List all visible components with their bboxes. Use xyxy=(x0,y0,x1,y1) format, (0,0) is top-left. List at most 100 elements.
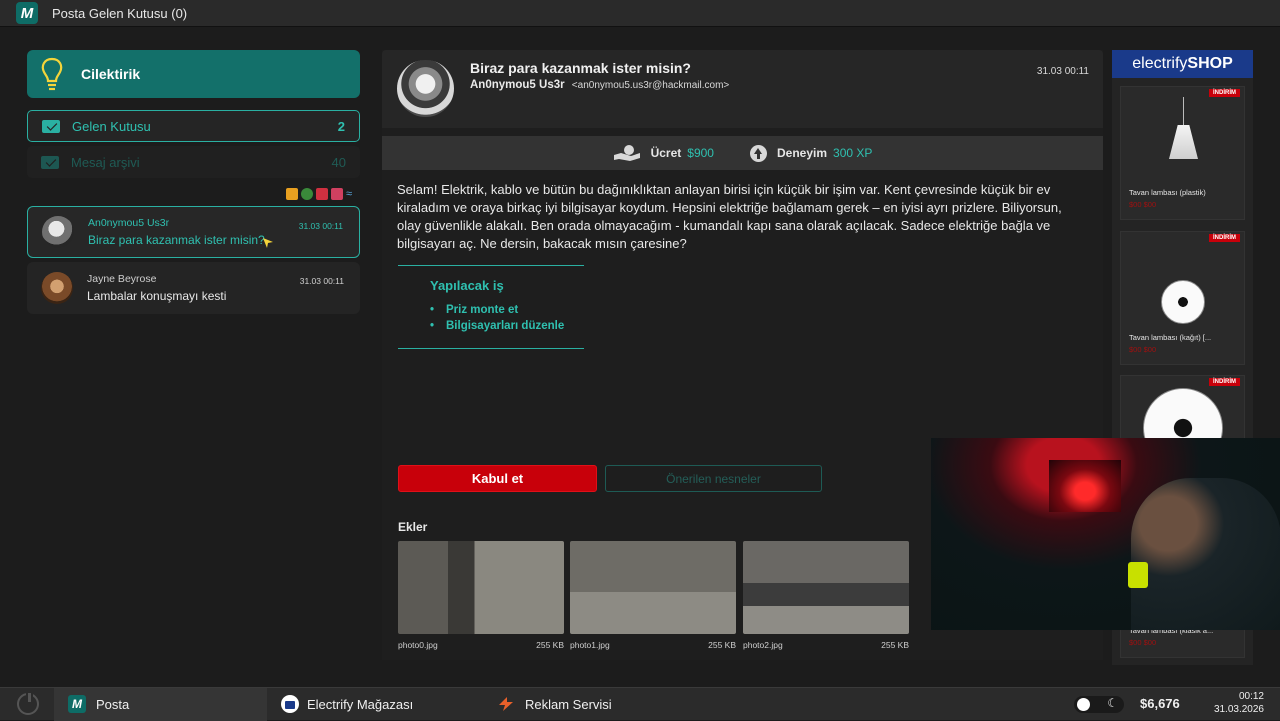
clock: 00:12 31.03.2026 xyxy=(1214,690,1264,716)
shop-brand-light: electrify xyxy=(1132,55,1188,72)
taskbar-ads-label: Reklam Servisi xyxy=(525,696,612,712)
message-time: 31.03 00:11 xyxy=(299,276,344,286)
attachment-name: photo2.jpg xyxy=(743,640,783,650)
shop-brand-bold: SHOP xyxy=(1187,55,1233,72)
product-price: $00 $00 xyxy=(1129,345,1157,354)
lamp-shade-image xyxy=(1169,125,1198,159)
taskbar-mail-label: Posta xyxy=(96,696,130,712)
discount-badge: İNDİRİM xyxy=(1209,234,1240,242)
folder-archive-label: Mesaj arşivi xyxy=(71,154,140,170)
webcam-cup xyxy=(1128,562,1148,588)
avatar xyxy=(42,216,74,248)
app-logo-icon: M xyxy=(16,2,38,24)
mail-from: An0nymou5 Us3r <an0nymou5.us3r@hackmail.… xyxy=(470,79,729,91)
folder-inbox-label: Gelen Kutusu xyxy=(72,118,151,134)
suggested-items-button[interactable]: Önerilen nesneler xyxy=(605,465,822,492)
clock-time: 00:12 xyxy=(1238,691,1264,702)
attachment-name: photo1.jpg xyxy=(570,640,610,650)
xp-label: Deneyim xyxy=(776,146,828,160)
sidebar: Cilektirik Gelen Kutusu 2 Mesaj arşivi 4… xyxy=(27,50,360,314)
webcam-overlay xyxy=(931,438,1280,630)
sender-avatar xyxy=(397,60,454,117)
sender-email: <an0nymou5.us3r@hackmail.com> xyxy=(571,80,730,91)
xp-value: 300 XP xyxy=(833,146,873,160)
folder-archive-count: 40 xyxy=(331,154,346,170)
avatar xyxy=(41,272,73,304)
chat-icon xyxy=(316,188,328,200)
folder-inbox-count: 2 xyxy=(337,118,345,134)
shop-product-card[interactable]: İNDİRİM Tavan lambası (kağıt) [... $00 $… xyxy=(1120,231,1245,365)
reward-bar: Ücret $900 Deneyim 300 XP xyxy=(382,136,1103,170)
title-bar: M Posta Gelen Kutusu (0) xyxy=(0,0,1280,27)
power-icon[interactable] xyxy=(17,691,39,715)
mail-header: Biraz para kazanmak ister misin? An0nymo… xyxy=(382,50,1103,128)
clock-date: 31.03.2026 xyxy=(1213,704,1264,715)
wifi-icon: ≈ xyxy=(346,188,353,200)
product-name: Tavan lambası (kağıt) [... xyxy=(1129,333,1212,342)
mail-body: Selam! Elektrik, kablo ve bütün bu dağın… xyxy=(397,182,1062,251)
status-icons: ≈ xyxy=(27,188,360,202)
mail-time: 31.03 00:11 xyxy=(1036,66,1089,77)
attachment-thumbnail[interactable] xyxy=(743,541,909,634)
window-title: Posta Gelen Kutusu (0) xyxy=(52,5,188,21)
accept-button[interactable]: Kabul et xyxy=(398,465,597,492)
discount-badge: İNDİRİM xyxy=(1209,89,1240,97)
shop-product-card[interactable]: İNDİRİM Tavan lambası (plastik) $00 $00 xyxy=(1120,86,1245,220)
message-item-anonymous[interactable]: An0nymou5 Us3r Biraz para kazanmak ister… xyxy=(27,206,360,258)
attachments-label: Ekler xyxy=(398,520,428,534)
paper-lamp-image xyxy=(1161,280,1205,324)
attachment-size: 255 KB xyxy=(881,640,909,650)
ad-service-icon xyxy=(499,697,513,711)
level-up-icon xyxy=(749,144,767,162)
sender-name: An0nymou5 Us3r xyxy=(470,79,565,91)
mail-subject: Biraz para kazanmak ister misin? xyxy=(470,60,691,76)
shop-logo[interactable]: electrify SHOP xyxy=(1112,50,1253,78)
money-hand-icon xyxy=(613,145,640,161)
product-price: $00 $00 xyxy=(1129,200,1157,209)
attachment-photo1[interactable]: photo1.jpg 255 KB xyxy=(570,541,736,650)
message-subject: Biraz para kazanmak ister misin? xyxy=(88,233,265,247)
mail-app-icon: M xyxy=(68,695,86,713)
shopping-bag-icon xyxy=(281,695,299,713)
taskbar: M Posta Electrify Mağazası Reklam Servis… xyxy=(0,687,1280,721)
attachment-size: 255 KB xyxy=(708,640,736,650)
todo-item: Priz monte et xyxy=(430,304,564,316)
attachment-photo2[interactable]: photo2.jpg 255 KB xyxy=(743,541,909,650)
taskbar-shop[interactable]: Electrify Mağazası xyxy=(267,688,483,721)
envelope-icon xyxy=(42,119,60,133)
folder-archive[interactable]: Mesaj arşivi 40 xyxy=(27,146,360,178)
fee-label: Ücret xyxy=(650,146,682,160)
attachment-name: photo0.jpg xyxy=(398,640,438,650)
product-name: Tavan lambası (plastik) xyxy=(1129,188,1206,197)
message-time: 31.03 00:11 xyxy=(298,221,343,231)
attachment-size: 255 KB xyxy=(536,640,564,650)
envelope-icon xyxy=(41,155,59,169)
attachment-photo0[interactable]: photo0.jpg 255 KB xyxy=(398,541,564,650)
discount-badge: İNDİRİM xyxy=(1209,378,1240,386)
home-icon xyxy=(286,188,298,200)
webcam-monitor xyxy=(1049,460,1121,512)
money-balance: $6,676 xyxy=(1140,696,1180,711)
folder-inbox[interactable]: Gelen Kutusu 2 xyxy=(27,110,360,142)
day-night-toggle[interactable] xyxy=(1074,696,1124,713)
lamp-image xyxy=(1183,97,1184,127)
mouse-cursor-icon xyxy=(263,238,273,248)
taskbar-ads[interactable]: Reklam Servisi xyxy=(483,688,626,721)
todo-section: Yapılacak iş Priz monte et Bilgisayarlar… xyxy=(398,265,584,349)
taskbar-mail[interactable]: M Posta xyxy=(54,687,267,721)
product-price: $00 $00 xyxy=(1129,638,1157,647)
ball-icon xyxy=(301,188,313,200)
attachment-thumbnail[interactable] xyxy=(570,541,736,634)
heart-icon xyxy=(331,188,343,200)
todo-item: Bilgisayarları düzenle xyxy=(430,320,564,332)
lightbulb-icon xyxy=(41,57,63,91)
message-subject: Lambalar konuşmayı kesti xyxy=(87,289,227,303)
message-item-jayne[interactable]: Jayne Beyrose Lambalar konuşmayı kesti 3… xyxy=(27,262,360,314)
webcam-person xyxy=(1131,478,1280,630)
brand-card: Cilektirik xyxy=(27,50,360,98)
fee-value: $900 xyxy=(687,146,714,160)
taskbar-shop-label: Electrify Mağazası xyxy=(307,696,414,712)
todo-title: Yapılacak iş xyxy=(430,278,504,293)
attachment-thumbnail[interactable] xyxy=(398,541,564,634)
brand-name: Cilektirik xyxy=(81,66,141,82)
